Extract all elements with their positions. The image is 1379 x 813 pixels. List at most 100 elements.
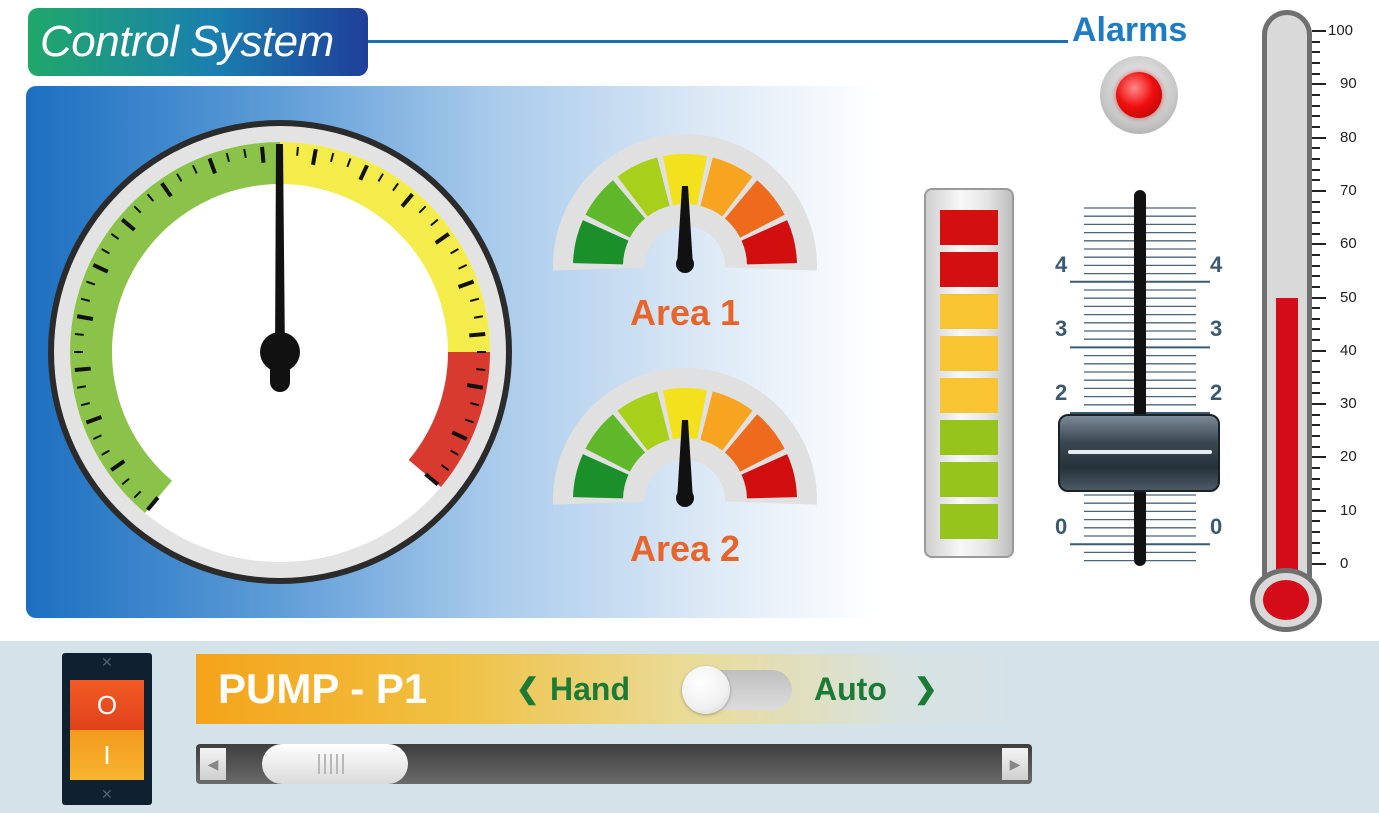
gauge-tick bbox=[296, 146, 299, 156]
hand-mode-label[interactable]: Hand bbox=[550, 660, 630, 718]
thermometer-tick-label: 20 bbox=[1340, 448, 1357, 466]
thermometer-tick bbox=[1312, 371, 1320, 374]
auto-mode-label[interactable]: Auto bbox=[814, 660, 887, 718]
fader-left-label-0: 0 bbox=[1055, 514, 1068, 539]
chevron-right-icon[interactable]: ❯ bbox=[914, 660, 937, 718]
gauge-tick bbox=[476, 368, 486, 371]
thermometer-tick bbox=[1312, 424, 1320, 427]
thermometer-tick bbox=[1312, 30, 1326, 32]
level-segment bbox=[940, 252, 998, 287]
fader-track bbox=[1134, 190, 1146, 566]
grip-line bbox=[330, 754, 332, 774]
thermometer-tick bbox=[1312, 179, 1320, 182]
thermometer-tick bbox=[1312, 93, 1320, 96]
thermometer-tick bbox=[1312, 136, 1326, 139]
level-segment bbox=[940, 294, 998, 329]
title-divider bbox=[368, 40, 1068, 43]
hand-auto-toggle-knob[interactable] bbox=[682, 666, 730, 714]
gauge-tick bbox=[260, 146, 266, 163]
grip-line bbox=[324, 754, 326, 774]
thermometer-tick bbox=[1312, 541, 1320, 544]
thermometer-tick bbox=[1312, 328, 1320, 331]
thermometer-tick-label: 40 bbox=[1340, 341, 1357, 359]
scroll-thumb[interactable] bbox=[262, 744, 408, 784]
level-segment bbox=[940, 462, 998, 497]
fader-right-label-2: 2 bbox=[1210, 380, 1223, 405]
thermometer-tick bbox=[1312, 307, 1320, 310]
off-symbol: O bbox=[96, 690, 118, 720]
thermometer-tick bbox=[1312, 61, 1320, 64]
thermometer-tick bbox=[1312, 360, 1320, 363]
thermometer-tick bbox=[1312, 72, 1320, 75]
scroll-right-arrow-icon[interactable]: ▶ bbox=[1002, 748, 1028, 780]
thermometer-tick bbox=[1312, 51, 1320, 54]
alarm-indicator-light[interactable] bbox=[1116, 72, 1162, 118]
thermometer-tick bbox=[1312, 125, 1320, 128]
screw-icon: ✕ bbox=[101, 786, 113, 802]
thermometer-tick bbox=[1312, 531, 1320, 534]
power-switch-off[interactable]: O bbox=[70, 680, 144, 730]
main-pressure-gauge bbox=[48, 120, 512, 584]
thermometer-tick bbox=[1312, 488, 1320, 491]
gauge-tick bbox=[469, 332, 486, 338]
scroll-left-arrow-icon[interactable]: ◀ bbox=[200, 748, 226, 780]
screw-icon: ✕ bbox=[101, 654, 113, 670]
thermometer-tick bbox=[1312, 168, 1320, 171]
on-symbol: I bbox=[103, 740, 111, 770]
mini-gauge-hub bbox=[676, 255, 694, 273]
thermometer-tick bbox=[1312, 232, 1320, 235]
thermometer-tick bbox=[1312, 211, 1320, 214]
gauge-tick bbox=[311, 148, 318, 166]
level-segment bbox=[940, 378, 998, 413]
grip-line bbox=[336, 754, 338, 774]
grip-line bbox=[342, 754, 344, 774]
fader-left-label-3: 3 bbox=[1055, 316, 1068, 341]
area-2-label: Area 2 bbox=[629, 528, 741, 569]
fader-right-label-0: 0 bbox=[1210, 514, 1223, 539]
thermometer-tick bbox=[1312, 445, 1320, 448]
thermometer-tick bbox=[1312, 189, 1326, 192]
thermometer-tick bbox=[1312, 381, 1320, 384]
fader-right-label-3: 3 bbox=[1210, 316, 1223, 341]
alarms-label: Alarms bbox=[1072, 11, 1188, 49]
area-1-label: Area 1 bbox=[629, 292, 741, 333]
fader-left-label-2: 2 bbox=[1055, 380, 1068, 405]
thermometer-tick bbox=[1312, 253, 1320, 256]
thermometer-tick bbox=[1312, 499, 1320, 502]
fader-knob-indicator bbox=[1068, 450, 1212, 454]
mini-gauge-hub bbox=[676, 489, 694, 507]
thermometer-tick bbox=[1312, 317, 1320, 320]
thermometer-tick bbox=[1312, 552, 1320, 555]
level-segment bbox=[940, 336, 998, 371]
thermometer-tick bbox=[1312, 147, 1320, 150]
fader-scale bbox=[1070, 190, 1210, 566]
gauge-tick bbox=[76, 314, 94, 321]
pump-title: PUMP - P1 bbox=[218, 665, 428, 712]
thermometer-tick bbox=[1312, 275, 1320, 278]
thermometer-tick-label: 60 bbox=[1340, 235, 1357, 253]
thermometer-tick-label: 50 bbox=[1340, 288, 1357, 306]
thermometer-tick bbox=[1312, 403, 1326, 406]
thermometer-tick bbox=[1312, 392, 1320, 395]
level-segment bbox=[940, 420, 998, 455]
thermometer-tick bbox=[1312, 243, 1326, 246]
thermometer-tick bbox=[1312, 413, 1320, 416]
fader-right-label-4: 4 bbox=[1210, 252, 1223, 277]
grip-line bbox=[318, 754, 320, 774]
thermometer-fill bbox=[1276, 297, 1298, 590]
thermometer-tick bbox=[1312, 349, 1326, 352]
thermometer-tick-label: 10 bbox=[1340, 501, 1357, 519]
thermometer-tick-label: 90 bbox=[1340, 75, 1357, 93]
thermometer-tick bbox=[1312, 104, 1320, 107]
level-meter bbox=[924, 188, 1014, 558]
chevron-left-icon[interactable]: ❮ bbox=[516, 660, 539, 718]
thermometer-bulb-fill bbox=[1263, 580, 1309, 620]
thermometer-tick bbox=[1312, 435, 1320, 438]
fader-left-label-4: 4 bbox=[1055, 252, 1068, 277]
power-switch-on[interactable]: I bbox=[70, 730, 144, 780]
thermometer-tick-label: 0 bbox=[1340, 555, 1349, 572]
level-segment bbox=[940, 504, 998, 539]
thermometer-tick bbox=[1312, 467, 1320, 470]
thermometer-tick bbox=[1312, 221, 1320, 224]
thermometer-tick bbox=[1312, 296, 1326, 299]
